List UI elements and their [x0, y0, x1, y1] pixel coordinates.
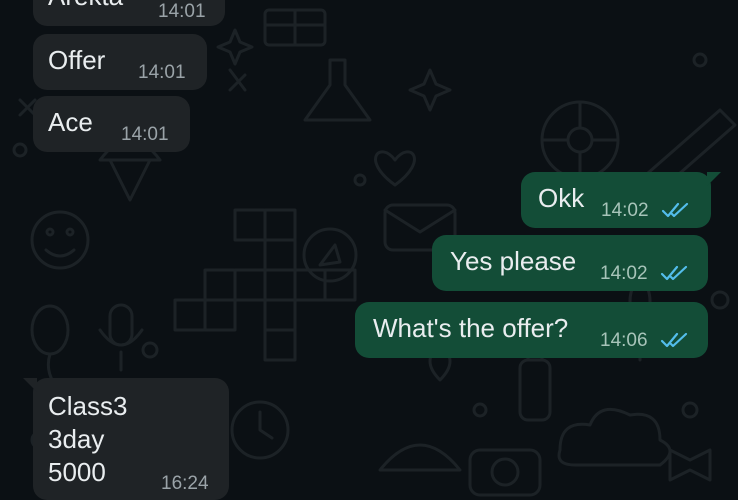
message-text: Ace: [48, 107, 93, 137]
outgoing-message[interactable]: Okk 14:02: [521, 172, 721, 228]
double-check-read-icon: [661, 202, 689, 218]
incoming-message[interactable]: Offer 14:01: [33, 34, 207, 90]
message-text: Offer: [48, 45, 106, 75]
message-time: 14:02: [601, 200, 649, 221]
message-text: Class3 3day 5000: [48, 391, 128, 487]
message-text: Arekta: [48, 0, 123, 13]
message-list[interactable]: Arekta 14:01 Offer 14:01 Ace 14:01 Okk 1…: [0, 0, 738, 500]
outgoing-message[interactable]: Yes please 14:02: [432, 235, 708, 291]
outgoing-message[interactable]: What's the offer? 14:06: [355, 302, 708, 358]
message-text: Okk: [538, 183, 585, 213]
incoming-message[interactable]: Class3 3day 5000 16:24: [23, 378, 229, 500]
message-time: 14:06: [600, 330, 648, 351]
double-check-read-icon: [660, 332, 688, 348]
message-text: What's the offer?: [373, 313, 569, 343]
bubble-tail: [23, 378, 37, 392]
incoming-message[interactable]: Arekta 14:01: [33, 0, 225, 26]
message-text: Yes please: [450, 246, 577, 276]
message-time: 14:02: [600, 263, 648, 284]
message-time: 14:01: [121, 124, 169, 145]
message-time: 14:01: [138, 62, 186, 83]
message-time: 14:01: [158, 1, 206, 22]
incoming-message[interactable]: Ace 14:01: [33, 96, 190, 152]
bubble-tail: [707, 172, 721, 186]
double-check-read-icon: [660, 265, 688, 281]
message-time: 16:24: [161, 473, 209, 494]
